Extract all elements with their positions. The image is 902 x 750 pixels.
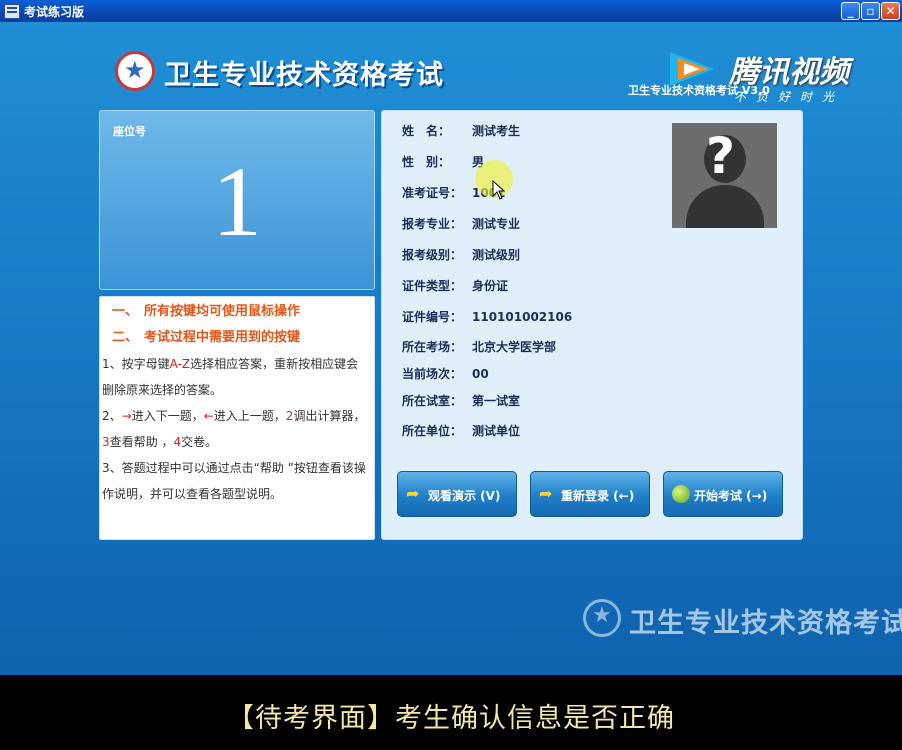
exam-emblem-icon <box>115 51 155 91</box>
field-id-number: 证件编号： 110101002106 <box>402 308 572 325</box>
seat-number: 1 <box>212 146 262 257</box>
candidate-photo: ? <box>672 123 777 228</box>
heading-text: 考试过程中需要用到的按键 <box>144 330 301 345</box>
heading-number: 一、 <box>112 304 139 319</box>
start-exam-button[interactable]: 开始考试 (→) <box>663 471 783 517</box>
instruction-text: 1、按字母键 <box>102 357 170 371</box>
field-exam-site: 所在考场： 北京大学医学部 <box>402 338 556 355</box>
field-label: 所在试室： <box>402 394 463 408</box>
instruction-text: 交卷。 <box>181 435 218 449</box>
green-orb-icon <box>672 485 690 503</box>
field-label: 性 别： <box>402 155 451 169</box>
unknown-person-icon: ? <box>706 127 736 185</box>
video-subtitle-bar: 【待考界面】考生确认信息是否正确 <box>0 675 902 750</box>
field-major: 报考专业： 测试专业 <box>402 215 520 232</box>
field-organization: 所在单位： 测试单位 <box>402 422 520 439</box>
exam-app-window: 卫生专业技术资格考试 卫生专业技术资格考试 V3.0 腾讯视频 不负好时光 座位… <box>0 22 902 675</box>
field-value: 测试考生 <box>472 124 521 138</box>
field-id-type: 证件类型： 身份证 <box>402 277 508 294</box>
window-title: 考试练习版 <box>24 5 85 19</box>
field-label: 所在考场： <box>402 340 463 354</box>
field-label: 姓 名： <box>402 124 451 138</box>
field-label: 准考证号： <box>402 186 463 200</box>
key-hint: A-Z <box>169 357 191 371</box>
field-value: 测试专业 <box>472 217 521 231</box>
field-label: 报考级别： <box>402 248 463 262</box>
field-gender: 性 别：男 <box>402 153 484 170</box>
app-logo-title: 卫生专业技术资格考试 <box>164 60 444 91</box>
window-titlebar: 考试练习版 _ ▫ ✕ <box>0 0 902 22</box>
instruction-text: 进入下一题， <box>131 409 204 423</box>
instructions-panel: 一、 所有按键均可使用鼠标操作 二、 考试过程中需要用到的按键 1、按字母键A-Z选… <box>99 296 375 540</box>
arrow-right-icon: ➦ <box>406 484 420 503</box>
video-subtitle: 【待考界面】考生确认信息是否正确 <box>227 703 675 734</box>
app-window-icon <box>4 4 20 19</box>
seat-label: 座位号 <box>113 125 146 138</box>
field-value: 第一试室 <box>472 394 521 408</box>
right-arrow-key: → <box>121 409 132 423</box>
field-value: 测试单位 <box>472 424 521 438</box>
button-label: 重新登录 (←) <box>561 489 635 503</box>
footer-emblem-icon <box>583 599 621 637</box>
instructions-heading-2: 二、 考试过程中需要用到的按键 <box>102 325 370 351</box>
watch-demo-button[interactable]: ➦ 观看演示 (V) <box>397 471 517 517</box>
field-value: 测试级别 <box>472 248 521 262</box>
footer-logo-title: 卫生专业技术资格考试 <box>629 608 902 639</box>
tencent-video-logo-icon <box>670 52 714 86</box>
field-label: 证件编号： <box>402 310 463 324</box>
button-label: 观看演示 (V) <box>428 489 501 503</box>
minimize-icon: _ <box>847 4 854 18</box>
maximize-button[interactable]: ▫ <box>861 2 880 20</box>
field-label: 所在单位： <box>402 424 463 438</box>
photo-body-shape <box>686 185 764 228</box>
relogin-button[interactable]: ➦ 重新登录 (←) <box>530 471 650 517</box>
field-value: 身份证 <box>472 279 509 293</box>
instruction-text: 查看帮助 ， <box>109 435 174 449</box>
heading-text: 所有按键均可使用鼠标操作 <box>144 304 301 319</box>
field-label: 当前场次： <box>402 367 463 381</box>
field-level: 报考级别： 测试级别 <box>402 246 520 263</box>
watermark-brand: 腾讯视频 <box>729 55 849 90</box>
heading-number: 二、 <box>112 330 139 345</box>
arrow-right-icon: ➦ <box>539 484 553 503</box>
button-label: 开始考试 (→) <box>694 489 768 503</box>
mouse-cursor-icon <box>492 180 506 200</box>
seat-number-panel: 座位号 1 <box>99 110 375 290</box>
instructions-heading-1: 一、 所有按键均可使用鼠标操作 <box>102 299 370 325</box>
field-name: 姓 名： 测试考生 <box>402 122 520 139</box>
key-hint: 3 <box>102 435 110 449</box>
close-icon: ✕ <box>885 4 896 18</box>
instruction-text: 调出计算器， <box>293 409 366 423</box>
field-label: 报考专业： <box>402 217 463 231</box>
watermark-slogan: 不负好时光 <box>734 90 845 104</box>
instruction-item-3: 3、答题过程中可以通过点击“帮助 ”按钮查看该操作说明，并可以查看各题型说明。 <box>102 461 366 501</box>
instruction-item-1: 1、按字母键A-Z选择相应答案，重新按相应键会删除原来选择的答案。 <box>102 351 370 403</box>
field-session: 当前场次： 00 <box>402 365 489 382</box>
instruction-text: 进入上一题， <box>213 409 286 423</box>
field-room: 所在试室： 第一试室 <box>402 392 520 409</box>
minimize-button[interactable]: _ <box>841 2 860 20</box>
field-value: 00 <box>472 367 489 381</box>
close-button[interactable]: ✕ <box>881 2 900 20</box>
field-value: 北京大学医学部 <box>472 340 557 354</box>
field-value: 110101002106 <box>472 310 573 324</box>
instruction-text: 2、 <box>102 409 122 423</box>
maximize-icon: ▫ <box>866 4 875 18</box>
key-hint: 4 <box>173 435 182 449</box>
left-arrow-key: ← <box>203 409 214 423</box>
field-label: 证件类型： <box>402 279 463 293</box>
instruction-item-2: 2、→进入下一题，←进入上一题，2调出计算器，3查看帮助 ，4交卷。 <box>102 403 370 455</box>
